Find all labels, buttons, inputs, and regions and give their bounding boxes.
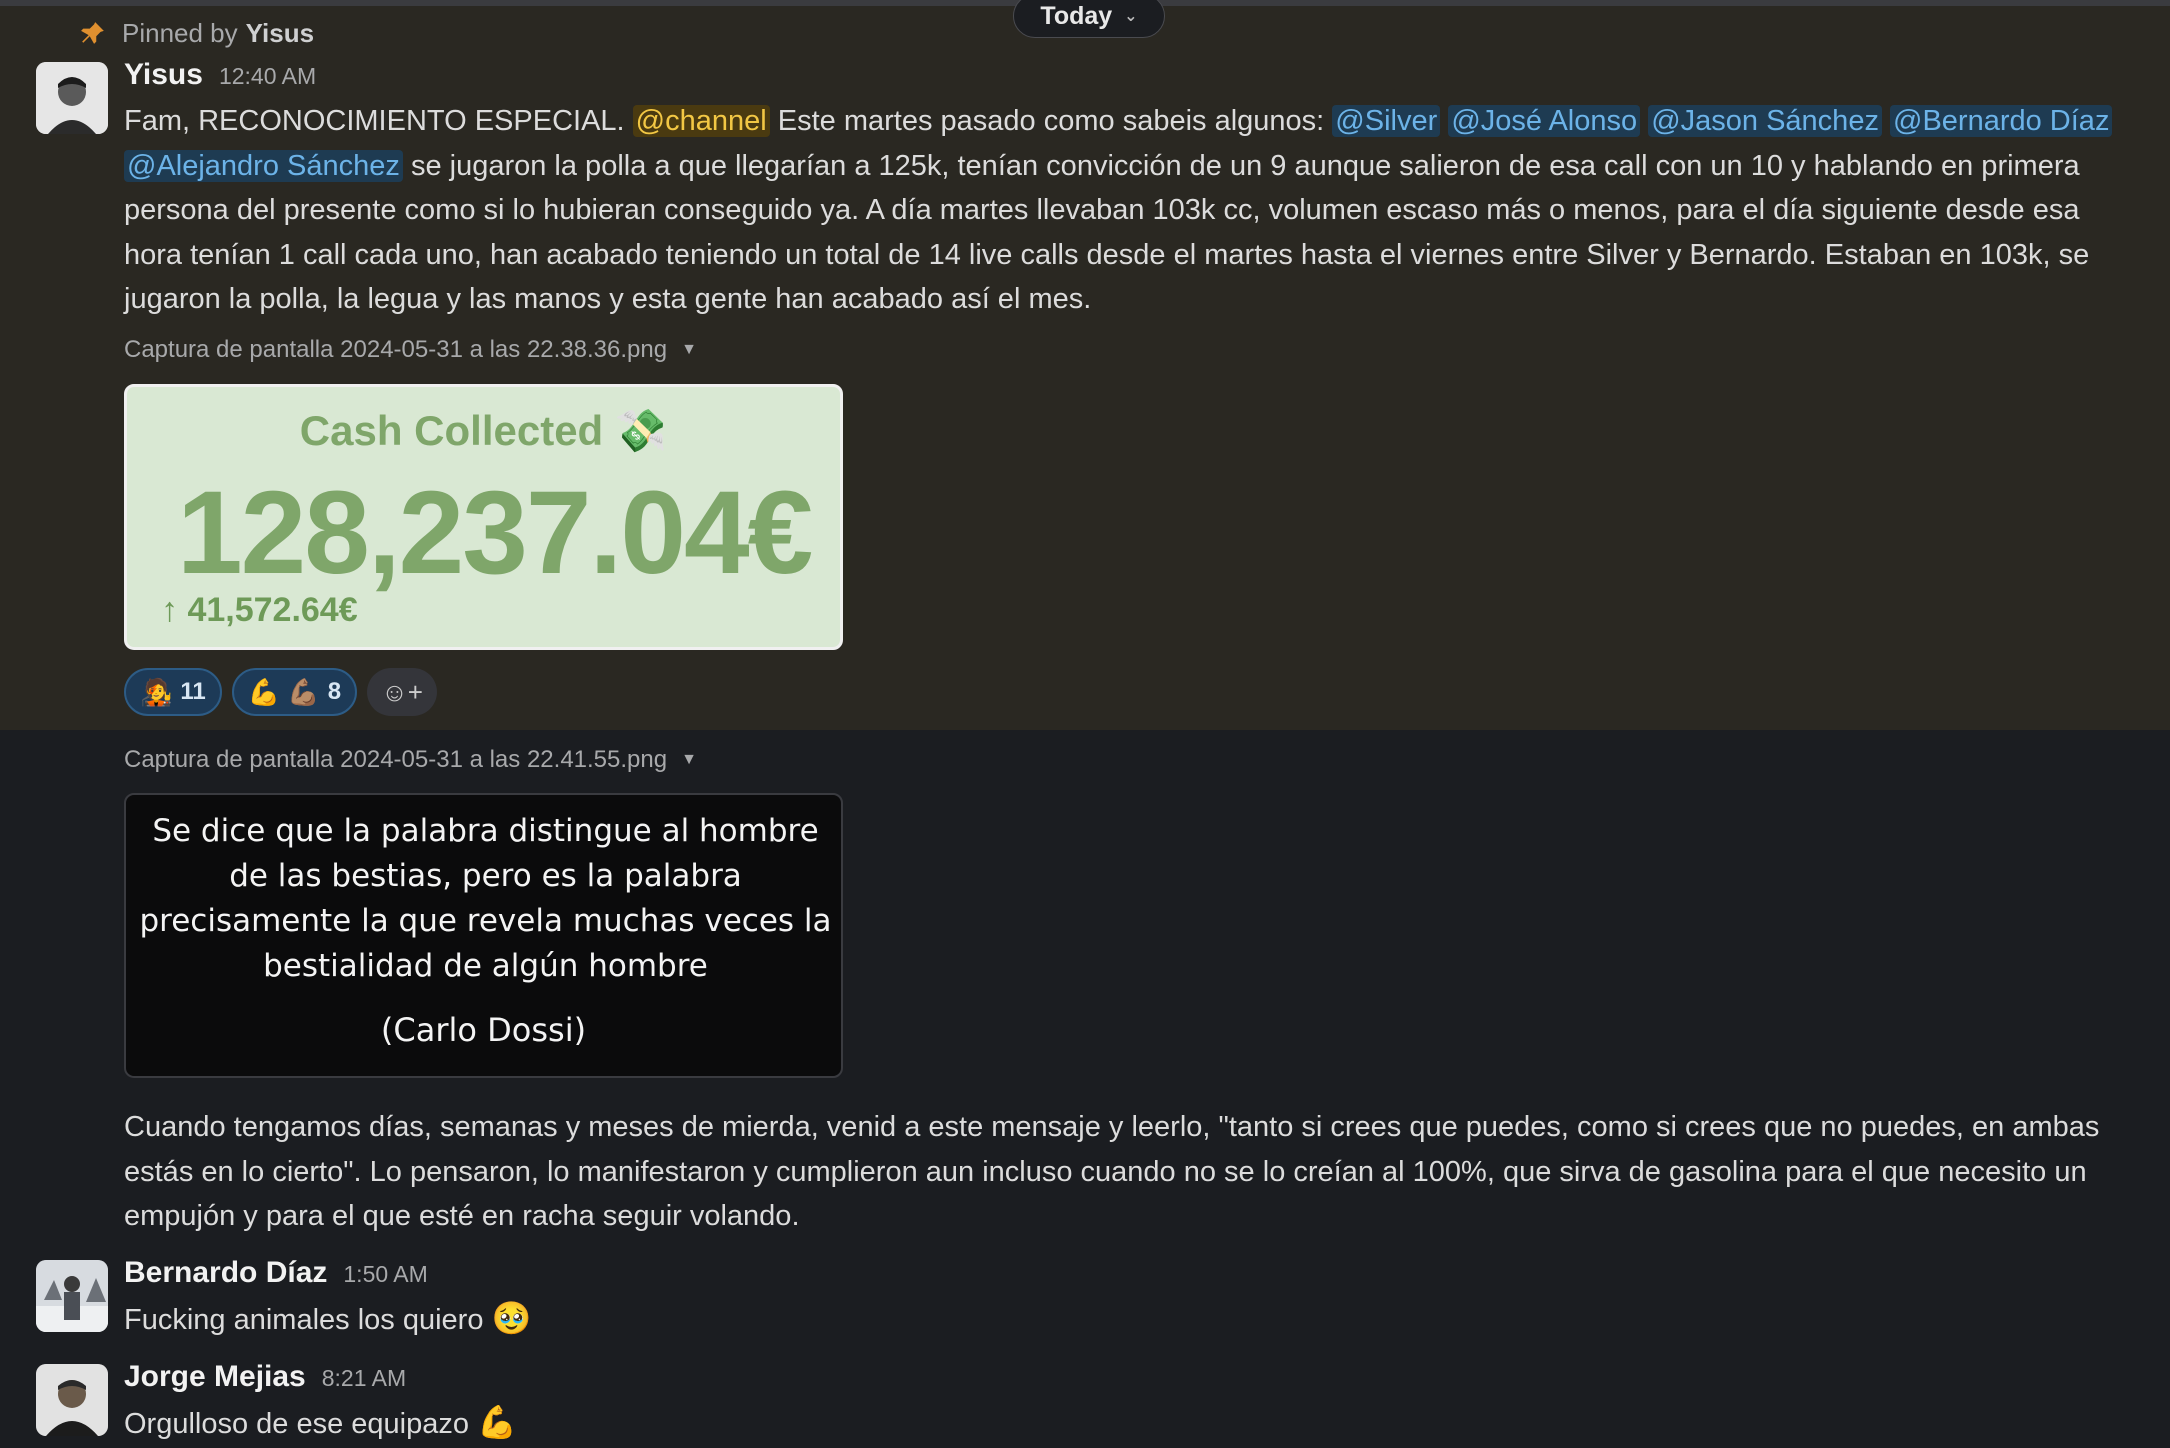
attachment-filename-text: Captura de pantalla 2024-05-31 a las 22.… [124,336,668,363]
pin-icon [81,22,104,44]
author-name[interactable]: Jorge Mejias [124,1360,306,1394]
channel-mention[interactable]: @channel [632,105,770,137]
add-reaction-icon: ☺+ [381,676,423,707]
message-text: Fam, RECONOCIMIENTO ESPECIAL. @channel E… [124,99,2124,322]
reaction-count: 8 [327,678,342,705]
attachment-filename-text: Captura de pantalla 2024-05-31 a las 22.… [124,746,668,773]
reaction-pill[interactable]: 💪 💪🏽 8 [231,668,358,716]
pleading-face-emoji: 🥹 [491,1300,532,1336]
avatar[interactable] [36,1260,108,1332]
reaction-emoji: 💪 💪🏽 [247,676,320,707]
user-mention[interactable]: @Alejandro Sánchez [124,149,403,182]
day-divider-button[interactable]: Today ⌄ [1013,0,1165,38]
attachment-filename[interactable]: Captura de pantalla 2024-05-31 a las 22.… [124,336,697,364]
cash-delta: ↑ 41,572.64€ [161,591,358,629]
user-mention[interactable]: @Silver [1332,105,1441,137]
caret-down-icon[interactable]: ▼ [681,751,697,769]
reactions-bar: 🧑‍🎤 11 💪 💪🏽 8 ☺+ [124,668,438,716]
timestamp[interactable]: 12:40 AM [219,63,316,90]
reaction-count: 11 [180,678,206,705]
author-name[interactable]: Bernardo Díaz [124,1256,327,1290]
add-reaction-button[interactable]: ☺+ [367,668,438,716]
avatar[interactable] [36,1364,108,1436]
chevron-down-icon: ⌄ [1124,8,1138,25]
message-text-part: se jugaron la polla a que llegarían a 12… [124,149,2090,316]
message-header: Jorge Mejias 8:21 AM [124,1360,406,1394]
attachment-image-cash-collected[interactable]: Cash Collected 💸 128,237.04€ ↑ 41,572.64… [124,384,843,650]
cash-title: Cash Collected 💸 [299,407,668,454]
message-text-part: Fucking animales los quiero [124,1304,484,1336]
pinned-prefix: Pinned by [122,17,238,48]
user-mention[interactable]: @José Alonso [1448,105,1641,137]
quote-text: Se dice que la palabra distingue al homb… [139,813,832,984]
quote-author: (Carlo Dossi) [380,1011,587,1049]
message-text-followup: Cuando tengamos días, semanas y meses de… [124,1111,2100,1232]
message-text: Fucking animales los quiero 🥹 [124,1296,531,1343]
message-text-part: Orgulloso de ese equipazo [124,1408,470,1440]
attachment-image-quote[interactable]: Se dice que la palabra distingue al homb… [124,793,843,1078]
pinned-indicator: Pinned by Yisus [80,16,314,50]
message-text: Orgulloso de ese equipazo 💪 [124,1400,517,1447]
message-header: Bernardo Díaz 1:50 AM [124,1256,428,1290]
reaction-emoji: 🧑‍🎤 [140,676,173,707]
attachment-filename[interactable]: Captura de pantalla 2024-05-31 a las 22.… [124,746,697,774]
avatar[interactable] [36,62,108,134]
caret-down-icon[interactable]: ▼ [681,341,697,359]
message-text-part: Fam, RECONOCIMIENTO ESPECIAL. [124,105,633,137]
user-mention[interactable]: @Bernardo Díaz [1890,105,2113,137]
user-mention[interactable]: @Jason Sánchez [1648,105,1882,137]
cash-value: 128,237.04€ [177,467,813,599]
timestamp[interactable]: 1:50 AM [343,1261,427,1288]
day-divider-label: Today [1040,1,1113,30]
message-text-part: Este martes pasado como sabeis algunos: [769,105,1333,137]
message-header: Yisus 12:40 AM [124,58,316,92]
pinned-by-user[interactable]: Yisus [246,18,314,49]
flexed-biceps-emoji: 💪 [477,1404,517,1440]
timestamp[interactable]: 8:21 AM [322,1365,406,1392]
author-name[interactable]: Yisus [124,58,203,92]
reaction-pill[interactable]: 🧑‍🎤 11 [124,668,222,716]
